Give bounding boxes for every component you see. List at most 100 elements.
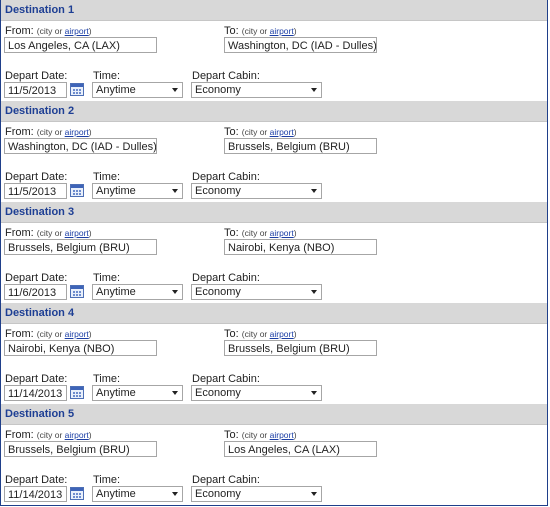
depart-date-label: Depart Date: xyxy=(5,474,68,486)
cabin-select-value: Economy xyxy=(195,387,241,399)
from-input[interactable]: Nairobi, Kenya (NBO) xyxy=(4,340,157,356)
depart-date-input[interactable]: 11/14/2013 xyxy=(4,486,67,502)
destination-title: Destination 2 xyxy=(5,105,75,117)
depart-cabin-label: Depart Cabin: xyxy=(192,171,260,183)
from-label: From: (city or airport) xyxy=(5,126,92,138)
to-airport-link[interactable]: airport xyxy=(270,329,294,339)
calendar-icon[interactable] xyxy=(70,184,84,197)
destination-title: Destination 3 xyxy=(5,206,75,218)
depart-date-label: Depart Date: xyxy=(5,70,68,82)
time-label: Time: xyxy=(93,474,121,486)
chevron-down-icon xyxy=(172,189,178,193)
from-hint: (city or airport) xyxy=(36,430,92,440)
time-select-value: Anytime xyxy=(96,387,136,399)
depart-cabin-label: Depart Cabin: xyxy=(192,272,260,284)
calendar-icon[interactable] xyxy=(70,487,84,500)
from-airport-link[interactable]: airport xyxy=(65,430,89,440)
destination-header: Destination 1 xyxy=(1,0,547,21)
destination-header: Destination 2 xyxy=(1,101,547,122)
time-select[interactable]: Anytime xyxy=(92,385,183,401)
time-select[interactable]: Anytime xyxy=(92,284,183,300)
from-label: From: (city or airport) xyxy=(5,25,92,37)
depart-cabin-label: Depart Cabin: xyxy=(192,474,260,486)
depart-cabin-label: Depart Cabin: xyxy=(192,373,260,385)
destination-title: Destination 5 xyxy=(5,408,75,420)
from-airport-link[interactable]: airport xyxy=(65,127,89,137)
to-label: To: (city or airport) xyxy=(224,429,297,441)
depart-date-input[interactable]: 11/5/2013 xyxy=(4,183,67,199)
depart-date-input[interactable]: 11/6/2013 xyxy=(4,284,67,300)
chevron-down-icon xyxy=(311,391,317,395)
to-label: To: (city or airport) xyxy=(224,227,297,239)
time-select[interactable]: Anytime xyxy=(92,183,183,199)
time-select[interactable]: Anytime xyxy=(92,82,183,98)
cabin-select-value: Economy xyxy=(195,84,241,96)
calendar-icon[interactable] xyxy=(70,386,84,399)
destination-segment-2: Destination 2 From: (city or airport) Wa… xyxy=(1,101,547,202)
from-input[interactable]: Los Angeles, CA (LAX) xyxy=(4,37,157,53)
time-select-value: Anytime xyxy=(96,488,136,500)
depart-date-label: Depart Date: xyxy=(5,272,68,284)
time-select[interactable]: Anytime xyxy=(92,486,183,502)
time-select-value: Anytime xyxy=(96,84,136,96)
to-hint: (city or airport) xyxy=(241,329,297,339)
from-label: From: (city or airport) xyxy=(5,227,92,239)
depart-date-label: Depart Date: xyxy=(5,373,68,385)
from-input[interactable]: Brussels, Belgium (BRU) xyxy=(4,441,157,457)
cabin-select[interactable]: Economy xyxy=(191,385,322,401)
destination-segment-5: Destination 5 From: (city or airport) Br… xyxy=(1,404,547,505)
destination-title: Destination 4 xyxy=(5,307,75,319)
from-input[interactable]: Washington, DC (IAD - Dulles) xyxy=(4,138,157,154)
from-airport-link[interactable]: airport xyxy=(65,228,89,238)
to-label: To: (city or airport) xyxy=(224,328,297,340)
destination-header: Destination 3 xyxy=(1,202,547,223)
to-hint: (city or airport) xyxy=(241,26,297,36)
cabin-select-value: Economy xyxy=(195,286,241,298)
time-label: Time: xyxy=(93,70,121,82)
to-airport-link[interactable]: airport xyxy=(270,228,294,238)
calendar-icon[interactable] xyxy=(70,83,84,96)
calendar-icon[interactable] xyxy=(70,285,84,298)
chevron-down-icon xyxy=(172,492,178,496)
from-airport-link[interactable]: airport xyxy=(65,329,89,339)
to-input[interactable]: Brussels, Belgium (BRU) xyxy=(224,138,377,154)
chevron-down-icon xyxy=(172,391,178,395)
to-hint: (city or airport) xyxy=(241,228,297,238)
from-input[interactable]: Brussels, Belgium (BRU) xyxy=(4,239,157,255)
to-input[interactable]: Los Angeles, CA (LAX) xyxy=(224,441,377,457)
time-select-value: Anytime xyxy=(96,286,136,298)
to-airport-link[interactable]: airport xyxy=(270,26,294,36)
cabin-select[interactable]: Economy xyxy=(191,82,322,98)
to-input[interactable]: Brussels, Belgium (BRU) xyxy=(224,340,377,356)
to-airport-link[interactable]: airport xyxy=(270,430,294,440)
time-label: Time: xyxy=(93,373,121,385)
cabin-select[interactable]: Economy xyxy=(191,183,322,199)
to-input[interactable]: Washington, DC (IAD - Dulles) xyxy=(224,37,377,53)
depart-cabin-label: Depart Cabin: xyxy=(192,70,260,82)
from-hint: (city or airport) xyxy=(36,329,92,339)
from-label: From: (city or airport) xyxy=(5,328,92,340)
chevron-down-icon xyxy=(172,290,178,294)
to-airport-link[interactable]: airport xyxy=(270,127,294,137)
from-hint: (city or airport) xyxy=(36,26,92,36)
to-input[interactable]: Nairobi, Kenya (NBO) xyxy=(224,239,377,255)
depart-date-input[interactable]: 11/14/2013 xyxy=(4,385,67,401)
from-airport-link[interactable]: airport xyxy=(65,26,89,36)
chevron-down-icon xyxy=(311,290,317,294)
chevron-down-icon xyxy=(311,88,317,92)
to-label: To: (city or airport) xyxy=(224,126,297,138)
cabin-select[interactable]: Economy xyxy=(191,486,322,502)
depart-date-input[interactable]: 11/5/2013 xyxy=(4,82,67,98)
to-hint: (city or airport) xyxy=(241,430,297,440)
depart-date-label: Depart Date: xyxy=(5,171,68,183)
chevron-down-icon xyxy=(172,88,178,92)
cabin-select[interactable]: Economy xyxy=(191,284,322,300)
cabin-select-value: Economy xyxy=(195,185,241,197)
cabin-select-value: Economy xyxy=(195,488,241,500)
from-hint: (city or airport) xyxy=(36,228,92,238)
destination-title: Destination 1 xyxy=(5,4,75,16)
time-select-value: Anytime xyxy=(96,185,136,197)
to-hint: (city or airport) xyxy=(241,127,297,137)
destination-segment-4: Destination 4 From: (city or airport) Na… xyxy=(1,303,547,404)
destination-header: Destination 4 xyxy=(1,303,547,324)
